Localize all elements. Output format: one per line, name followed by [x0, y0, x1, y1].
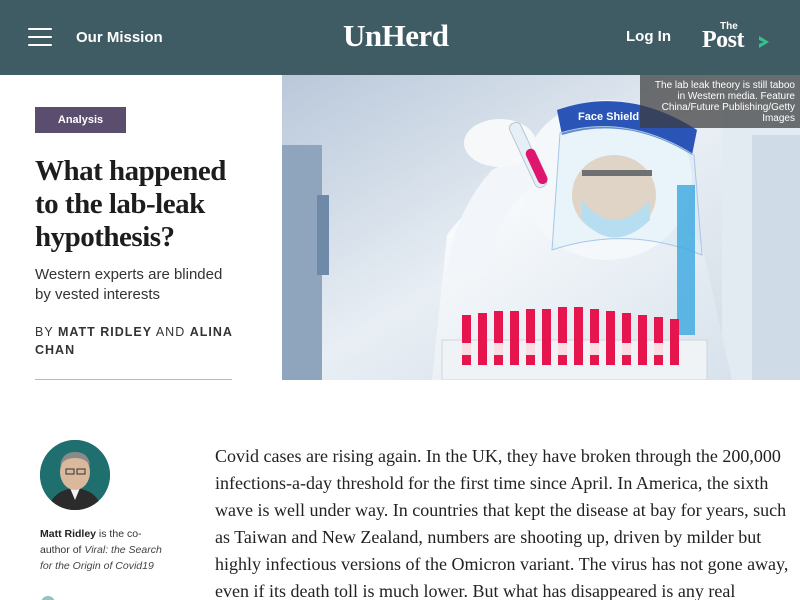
author-bio-name[interactable]: Matt Ridley [40, 528, 96, 540]
hamburger-menu-icon[interactable] [28, 28, 52, 48]
site-header: Our Mission UnHerd Log In The Post [0, 0, 800, 75]
login-link[interactable]: Log In [626, 28, 671, 45]
social-icon[interactable] [41, 596, 55, 600]
author-avatar[interactable] [40, 440, 110, 510]
unherd-logo[interactable]: UnHerd [343, 18, 449, 54]
our-mission-link[interactable]: Our Mission [76, 29, 163, 46]
article-headline: What happened to the lab-leak hypothesis… [35, 155, 226, 253]
byline-join: AND [155, 325, 186, 339]
article-subtitle: Western experts are blinded by vested in… [35, 266, 223, 303]
byline-divider [35, 379, 232, 380]
byline-prefix: BY [35, 325, 54, 339]
category-tag[interactable]: Analysis [35, 107, 126, 133]
author-link-matt-ridley[interactable]: MATT RIDLEY [58, 325, 152, 339]
svg-text:Face Shield: Face Shield [578, 111, 639, 123]
image-caption: The lab leak theory is still taboo in We… [640, 75, 800, 128]
the-post-logo[interactable]: The Post [700, 21, 772, 55]
hero-image: Face Shield The lab leak theory is still… [282, 75, 800, 380]
chevron-right-icon [759, 36, 769, 48]
author-bio: Matt Ridley is the co-author of Viral: t… [40, 526, 165, 574]
avatar-portrait-icon [40, 440, 110, 510]
byline: BY MATT RIDLEY AND ALINA CHAN [35, 323, 235, 359]
post-logo-big-text: Post [702, 27, 745, 53]
article-body-paragraph: Covid cases are rising again. In the UK,… [215, 446, 789, 600]
